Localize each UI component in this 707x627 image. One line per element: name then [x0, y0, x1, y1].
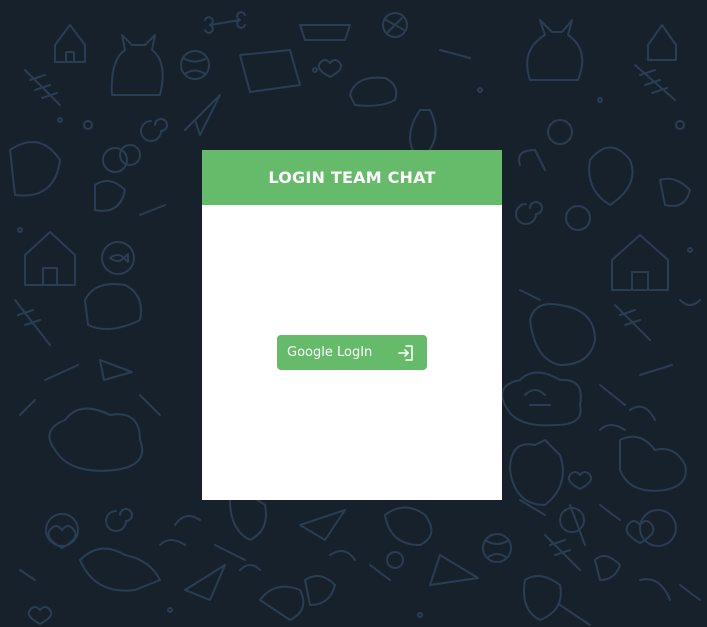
login-card: LOGIN TEAM CHAT Google LogIn — [202, 150, 502, 500]
login-title: LOGIN TEAM CHAT — [268, 168, 436, 187]
login-icon — [397, 344, 415, 362]
login-header: LOGIN TEAM CHAT — [202, 150, 502, 205]
google-login-label: Google LogIn — [287, 345, 373, 360]
google-login-button[interactable]: Google LogIn — [277, 335, 427, 370]
